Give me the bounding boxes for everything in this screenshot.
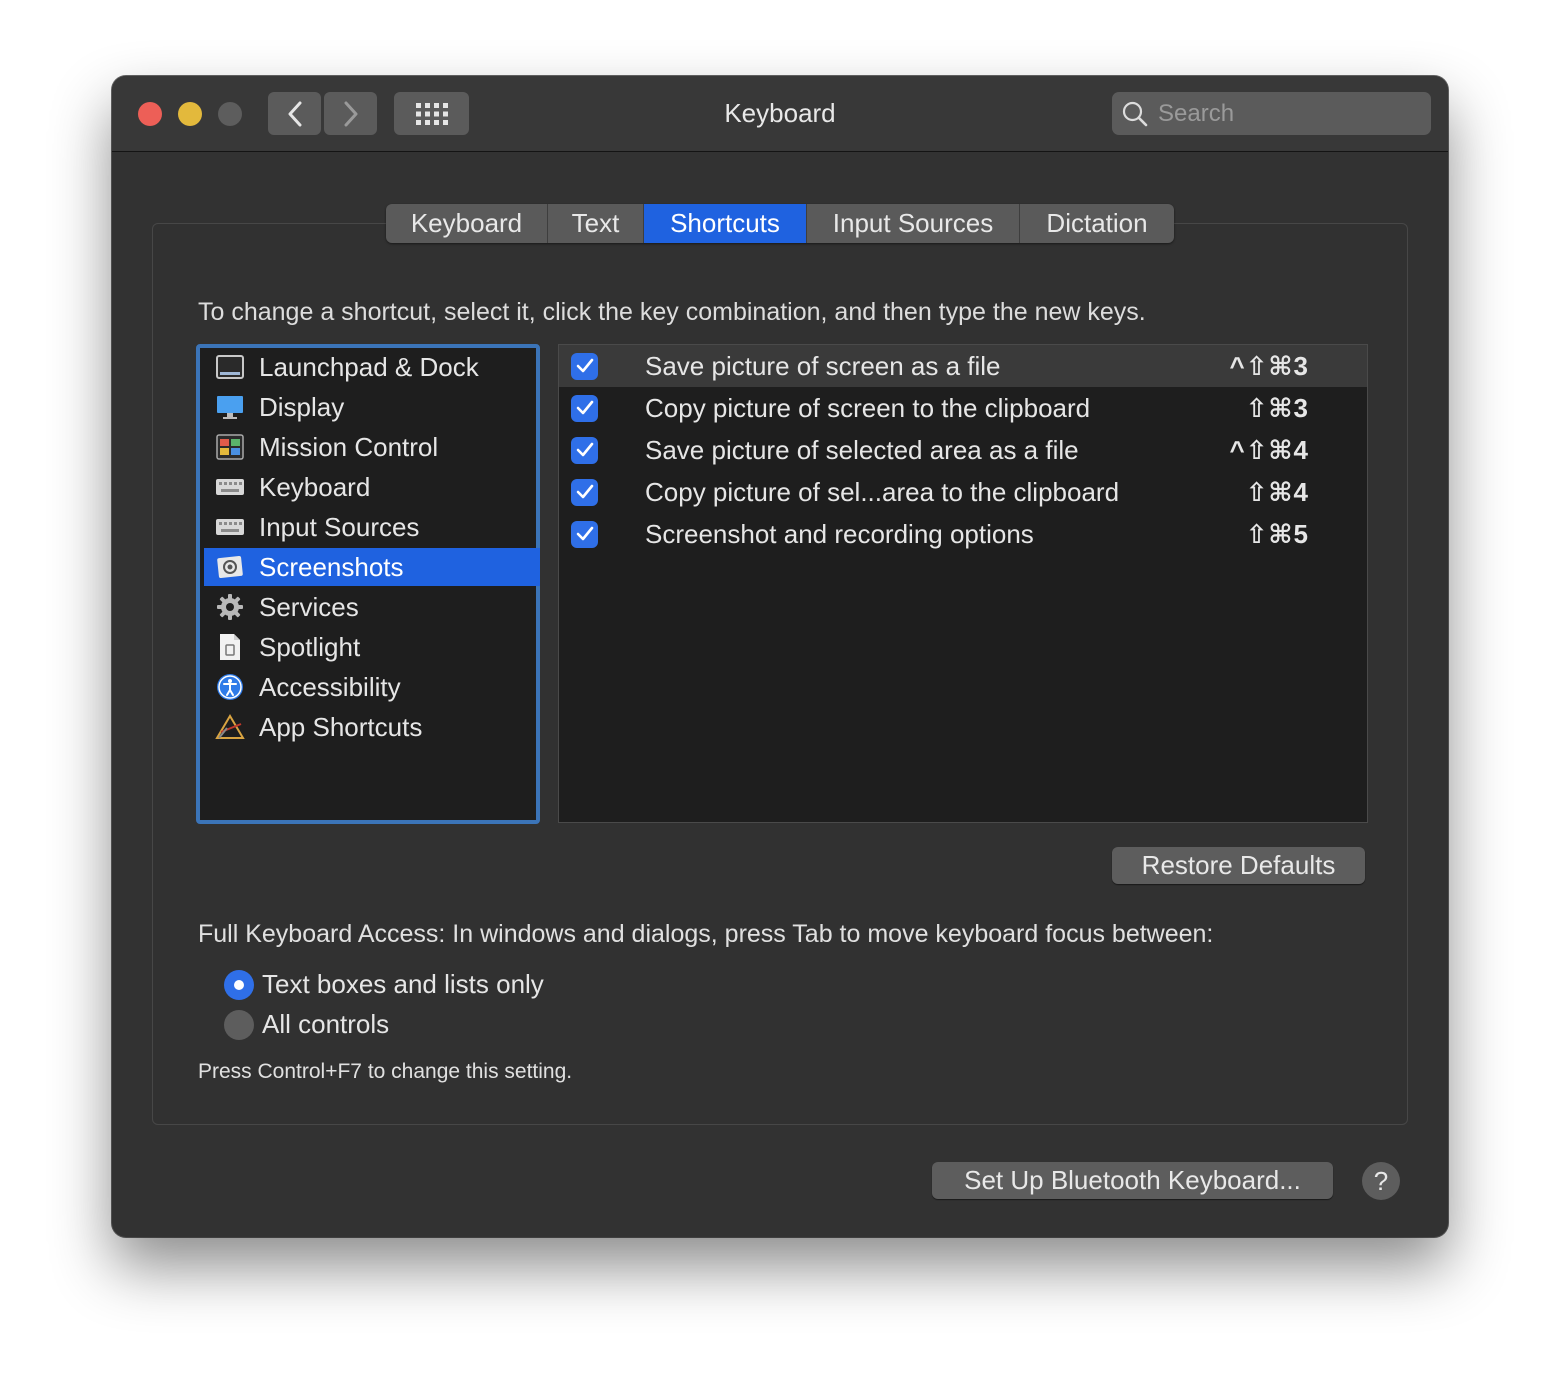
category-item-spotlight[interactable]: Spotlight	[204, 628, 540, 666]
shortcut-row[interactable]: Screenshot and recording options ⇧⌘5	[559, 513, 1367, 555]
category-item-mission-control[interactable]: Mission Control	[204, 428, 540, 466]
category-label: Mission Control	[259, 431, 439, 462]
radio-button[interactable]	[224, 1009, 254, 1040]
shortcut-checkbox[interactable]	[571, 394, 598, 422]
shortcut-label: Copy picture of screen to the clipboard	[645, 392, 1091, 423]
shortcut-row[interactable]: Copy picture of screen to the clipboard …	[559, 387, 1367, 429]
category-item-input-sources[interactable]: Input Sources	[204, 508, 540, 546]
dock-icon	[215, 352, 245, 382]
category-item-accessibility[interactable]: Accessibility	[204, 668, 540, 706]
shortcut-checkbox[interactable]	[571, 520, 598, 548]
shortcut-checkbox[interactable]	[571, 352, 598, 380]
shortcut-row[interactable]: Save picture of screen as a file ^⇧⌘3	[559, 345, 1367, 387]
shortcuts-list[interactable]: Save picture of screen as a file ^⇧⌘3 Co…	[558, 344, 1368, 823]
tab-input-sources[interactable]: Input Sources	[807, 204, 1020, 243]
category-item-launchpad-dock[interactable]: Launchpad & Dock	[204, 348, 540, 386]
category-item-display[interactable]: Display	[204, 388, 540, 426]
tab-shortcuts[interactable]: Shortcuts	[644, 204, 807, 243]
help-button[interactable]: ?	[1362, 1162, 1400, 1200]
radio-label: All controls	[262, 1009, 390, 1039]
mission-control-icon	[215, 432, 245, 462]
search-icon	[1122, 101, 1148, 127]
display-icon	[215, 392, 245, 422]
instructions-text: To change a shortcut, select it, click t…	[198, 298, 1146, 326]
shortcut-keys[interactable]: ^⇧⌘3	[1229, 351, 1309, 382]
category-label: Accessibility	[259, 671, 401, 702]
document-icon	[215, 632, 245, 662]
app-store-icon	[215, 712, 245, 742]
full-keyboard-access-label: Full Keyboard Access: In windows and dia…	[198, 920, 1214, 948]
category-item-services[interactable]: Services	[204, 588, 540, 626]
shortcut-keys[interactable]: ^⇧⌘4	[1229, 435, 1309, 466]
shortcut-checkbox[interactable]	[571, 436, 598, 464]
preferences-window: Keyboard Keyboard Text Shortcuts Input S…	[112, 76, 1448, 1237]
tab-dictation[interactable]: Dictation	[1020, 204, 1174, 243]
category-label: Input Sources	[259, 511, 420, 542]
radio-label: Text boxes and lists only	[262, 969, 544, 999]
restore-defaults-button[interactable]: Restore Defaults	[1112, 847, 1365, 884]
shortcut-keys[interactable]: ⇧⌘5	[1246, 519, 1309, 550]
keyboard-icon	[215, 512, 245, 542]
category-list[interactable]: Launchpad & Dock Display Mission Control…	[196, 344, 540, 824]
category-label: Keyboard	[259, 471, 371, 502]
hint-text: Press Control+F7 to change this setting.	[198, 1060, 573, 1083]
search-field[interactable]	[1112, 92, 1431, 135]
tab-keyboard[interactable]: Keyboard	[386, 204, 548, 243]
checkmark-icon	[576, 442, 593, 457]
category-item-screenshots[interactable]: Screenshots	[204, 548, 540, 586]
shortcut-label: Copy picture of sel...area to the clipbo…	[645, 476, 1120, 507]
radio-all-controls[interactable]: All controls	[224, 1009, 389, 1040]
radio-button-selected[interactable]	[224, 969, 254, 1000]
tab-text[interactable]: Text	[548, 204, 644, 243]
shortcut-row[interactable]: Save picture of selected area as a file …	[559, 429, 1367, 471]
shortcut-label: Save picture of screen as a file	[645, 350, 1001, 381]
category-label: Launchpad & Dock	[259, 351, 479, 382]
shortcut-keys[interactable]: ⇧⌘4	[1246, 477, 1309, 508]
radio-text-boxes-lists[interactable]: Text boxes and lists only	[224, 969, 544, 1000]
checkmark-icon	[576, 400, 593, 415]
setup-bluetooth-keyboard-button[interactable]: Set Up Bluetooth Keyboard...	[932, 1162, 1333, 1199]
search-input[interactable]	[1158, 92, 1418, 135]
shortcut-row[interactable]: Copy picture of sel...area to the clipbo…	[559, 471, 1367, 513]
category-label: Screenshots	[259, 551, 404, 582]
category-item-keyboard[interactable]: Keyboard	[204, 468, 540, 506]
screenshot-icon	[215, 552, 245, 582]
checkmark-icon	[576, 526, 593, 541]
keyboard-icon	[215, 472, 245, 502]
title-bar: Keyboard	[112, 76, 1448, 152]
category-label: Display	[259, 391, 345, 422]
checkmark-icon	[576, 484, 593, 499]
checkmark-icon	[576, 358, 593, 373]
category-label: App Shortcuts	[259, 711, 423, 742]
category-item-app-shortcuts[interactable]: App Shortcuts	[204, 708, 540, 746]
accessibility-icon	[215, 672, 245, 702]
category-label: Services	[259, 591, 359, 622]
shortcut-label: Save picture of selected area as a file	[645, 434, 1079, 465]
shortcut-checkbox[interactable]	[571, 478, 598, 506]
shortcut-label: Screenshot and recording options	[645, 518, 1034, 549]
category-label: Spotlight	[259, 631, 361, 662]
shortcut-keys[interactable]: ⇧⌘3	[1246, 393, 1309, 424]
tab-bar: Keyboard Text Shortcuts Input Sources Di…	[386, 204, 1174, 243]
gear-icon	[215, 592, 245, 622]
